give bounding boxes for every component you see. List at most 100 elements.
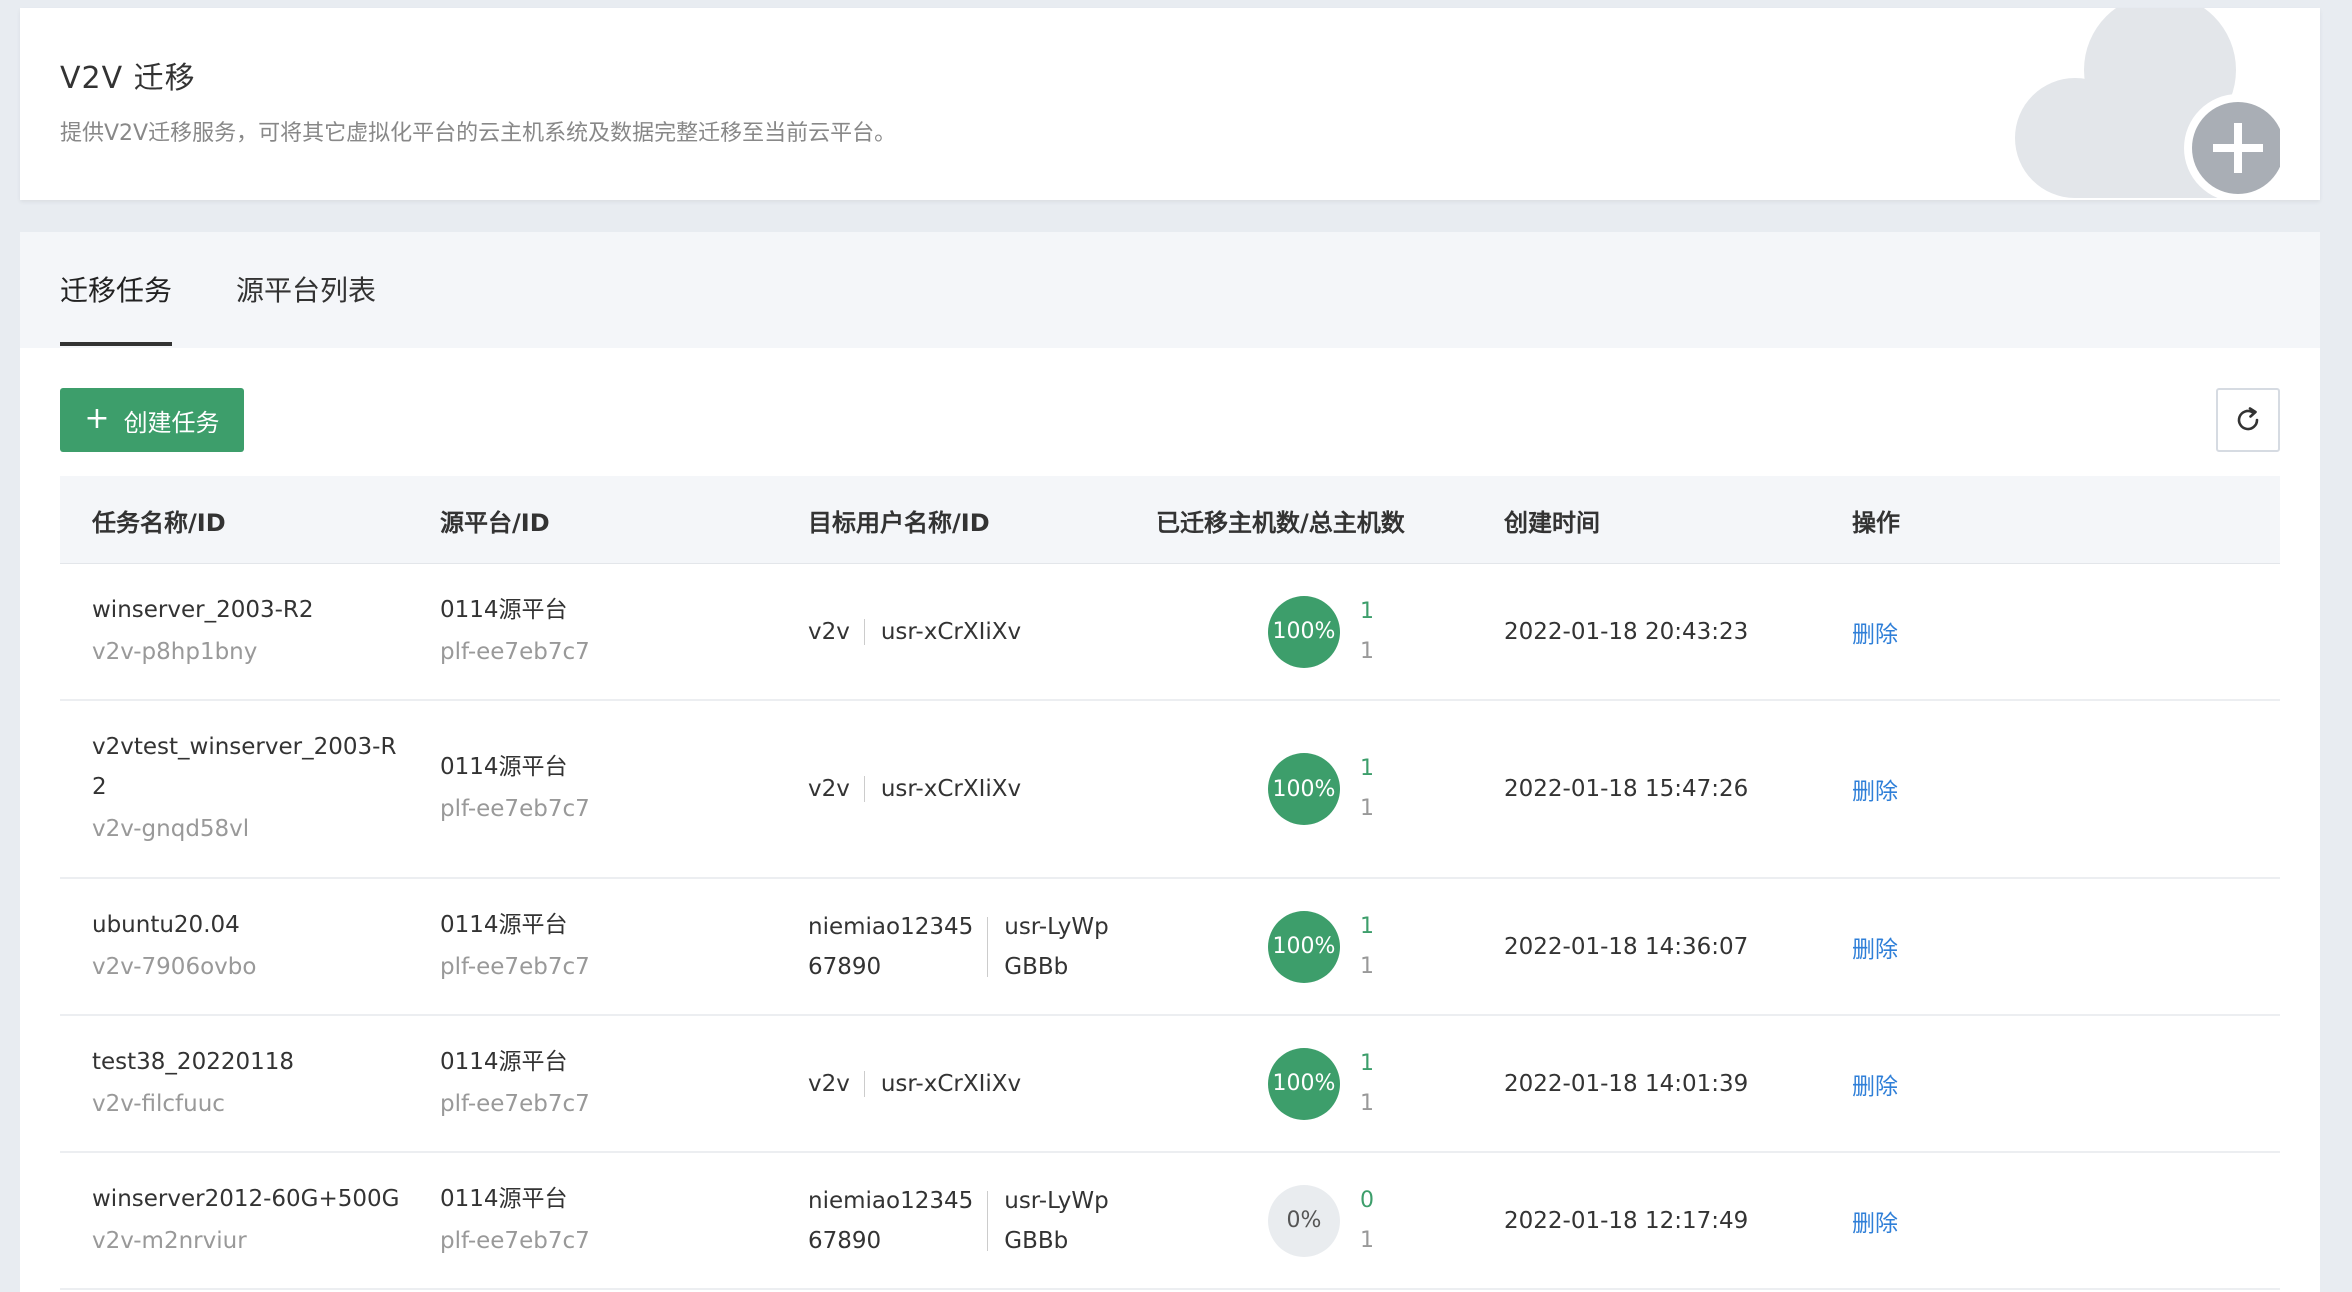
divider (987, 1190, 989, 1251)
host-counts: 0 1 (1360, 1181, 1374, 1261)
table-body: winserver_2003-R2 v2v-p8hp1bny 0114源平台 p… (60, 564, 2280, 1290)
target-user-id: usr-xCrXIiXv (880, 776, 1022, 802)
create-task-button[interactable]: + 创建任务 (60, 388, 244, 452)
actions-cell: 删除 (1852, 1153, 2052, 1288)
progress-badge: 100% (1268, 1047, 1340, 1120)
source-platform-cell: 0114源平台 plf-ee7eb7c7 (440, 701, 770, 877)
source-platform-id: plf-ee7eb7c7 (440, 1090, 590, 1117)
host-counts: 1 1 (1360, 749, 1374, 829)
actions-cell: 删除 (1852, 1016, 2052, 1151)
column-header-migrated-count: 已迁移主机数/总主机数 (1156, 508, 1405, 537)
delete-link[interactable]: 删除 (1852, 1204, 2052, 1238)
source-platform-cell: 0114源平台 plf-ee7eb7c7 (440, 1016, 770, 1151)
created-time-cell: 2022-01-18 20:43:23 (1504, 564, 1834, 699)
task-name: ubuntu20.04 (92, 911, 240, 938)
page-title: V2V 迁移 (60, 61, 196, 96)
column-header-actions: 操作 (1852, 508, 1900, 537)
migrated-host-count: 1 (1360, 1050, 1374, 1076)
source-platform-id: plf-ee7eb7c7 (440, 796, 590, 822)
progress-badge: 0% (1268, 1184, 1340, 1257)
created-time-cell: 2022-01-18 15:47:26 (1504, 701, 1834, 877)
migration-progress-cell: 100% 1 1 (1156, 701, 1486, 877)
task-name: winserver2012-60G+500G (92, 1185, 400, 1212)
source-platform-name: 0114源平台 (440, 596, 568, 623)
create-task-label: 创建任务 (123, 408, 220, 437)
source-platform-cell: 0114源平台 plf-ee7eb7c7 (440, 1153, 770, 1288)
target-user-name: v2v (808, 776, 850, 802)
main-panel: 迁移任务 源平台列表 + 创建任务 任务名称/ID 源平台/ID 目标用户名称/… (20, 232, 2320, 1292)
source-platform-id: plf-ee7eb7c7 (440, 953, 590, 980)
created-time: 2022-01-18 14:36:07 (1504, 933, 1749, 960)
task-id: v2v-7906ovbo (92, 953, 257, 980)
column-header-task-name: 任务名称/ID (92, 508, 226, 537)
actions-cell: 删除 (1852, 564, 2052, 699)
table-row: test38_20220118 v2v-filcfuuc 0114源平台 plf… (60, 1016, 2280, 1153)
migrated-host-count: 0 (1360, 1187, 1374, 1213)
v2v-header-card: V2V 迁移 提供V2V迁移服务，可将其它虚拟化平台的云主机系统及数据完整迁移至… (20, 8, 2320, 200)
target-user-id: usr-LyWp GBBb (1004, 913, 1109, 980)
host-counts: 1 1 (1360, 907, 1374, 987)
target-user-name: v2v (808, 618, 850, 645)
target-user-cell: v2v usr-xCrXIiXv (808, 701, 1138, 877)
task-name-cell: v2vtest_winserver_2003-R 2 v2v-gnqd58vl (92, 701, 412, 877)
target-user-name: v2v (808, 1070, 850, 1097)
actions-cell: 删除 (1852, 701, 2052, 877)
refresh-button[interactable] (2216, 388, 2280, 452)
target-user-name: niemiao12345 67890 (808, 913, 974, 980)
target-user-id: usr-xCrXIiXv (880, 1070, 1022, 1097)
table-row: winserver2012-60G+500G v2v-m2nrviur 0114… (60, 1153, 2280, 1290)
task-name-cell: test38_20220118 v2v-filcfuuc (92, 1016, 412, 1151)
column-header-target-user: 目标用户名称/ID (808, 508, 990, 537)
delete-link[interactable]: 删除 (1852, 615, 2052, 649)
target-user-cell: v2v usr-xCrXIiXv (808, 1016, 1138, 1151)
migration-progress-cell: 100% 1 1 (1156, 879, 1486, 1014)
created-time-cell: 2022-01-18 14:01:39 (1504, 1016, 1834, 1151)
source-platform-id: plf-ee7eb7c7 (440, 638, 590, 665)
migration-progress-cell: 100% 1 1 (1156, 564, 1486, 699)
created-time-cell: 2022-01-18 12:17:49 (1504, 1153, 1834, 1288)
task-name: v2vtest_winserver_2003-R 2 (92, 734, 397, 800)
migration-progress-cell: 100% 1 1 (1156, 1016, 1486, 1151)
table-row: winserver_2003-R2 v2v-p8hp1bny 0114源平台 p… (60, 564, 2280, 701)
target-user-id: usr-LyWp GBBb (1004, 1187, 1109, 1254)
column-header-source-platform: 源平台/ID (440, 508, 550, 537)
task-id: v2v-filcfuuc (92, 1090, 225, 1117)
progress-badge: 100% (1268, 910, 1340, 983)
column-header-created-time: 创建时间 (1504, 508, 1600, 537)
table-row: v2vtest_winserver_2003-R 2 v2v-gnqd58vl 0… (60, 701, 2280, 879)
delete-link[interactable]: 删除 (1852, 930, 2052, 964)
divider (863, 776, 865, 802)
total-host-count: 1 (1360, 953, 1374, 979)
delete-link[interactable]: 删除 (1852, 772, 2052, 806)
task-id: v2v-gnqd58vl (92, 816, 250, 842)
total-host-count: 1 (1360, 638, 1374, 664)
created-time: 2022-01-18 14:01:39 (1504, 1070, 1749, 1097)
migrated-host-count: 1 (1360, 913, 1374, 939)
target-user-cell: niemiao12345 67890 usr-LyWp GBBb (808, 879, 1138, 1014)
task-id: v2v-p8hp1bny (92, 638, 258, 665)
source-platform-cell: 0114源平台 plf-ee7eb7c7 (440, 879, 770, 1014)
page-description: 提供V2V迁移服务，可将其它虚拟化平台的云主机系统及数据完整迁移至当前云平台。 (60, 121, 897, 146)
migration-progress-cell: 0% 0 1 (1156, 1153, 1486, 1288)
delete-link[interactable]: 删除 (1852, 1067, 2052, 1101)
tab-source-platforms[interactable]: 源平台列表 (236, 269, 376, 309)
source-platform-name: 0114源平台 (440, 911, 568, 938)
target-user-cell: v2v usr-xCrXIiXv (808, 564, 1138, 699)
target-user-id: usr-xCrXIiXv (880, 618, 1022, 645)
host-counts: 1 1 (1360, 592, 1374, 672)
divider (863, 1070, 865, 1097)
task-name-cell: winserver_2003-R2 v2v-p8hp1bny (92, 564, 412, 699)
source-platform-cell: 0114源平台 plf-ee7eb7c7 (440, 564, 770, 699)
task-id: v2v-m2nrviur (92, 1227, 247, 1254)
target-user-name: niemiao12345 67890 (808, 1187, 974, 1254)
source-platform-id: plf-ee7eb7c7 (440, 1227, 590, 1254)
task-name: winserver_2003-R2 (92, 596, 314, 623)
progress-badge: 100% (1268, 595, 1340, 668)
source-platform-name: 0114源平台 (440, 1185, 568, 1212)
refresh-icon (2237, 407, 2259, 431)
tab-migration-tasks[interactable]: 迁移任务 (60, 269, 172, 309)
host-counts: 1 1 (1360, 1044, 1374, 1124)
actions-cell: 删除 (1852, 879, 2052, 1014)
tabs-bar: 迁移任务 源平台列表 (20, 232, 2320, 348)
task-name-cell: winserver2012-60G+500G v2v-m2nrviur (92, 1153, 412, 1288)
